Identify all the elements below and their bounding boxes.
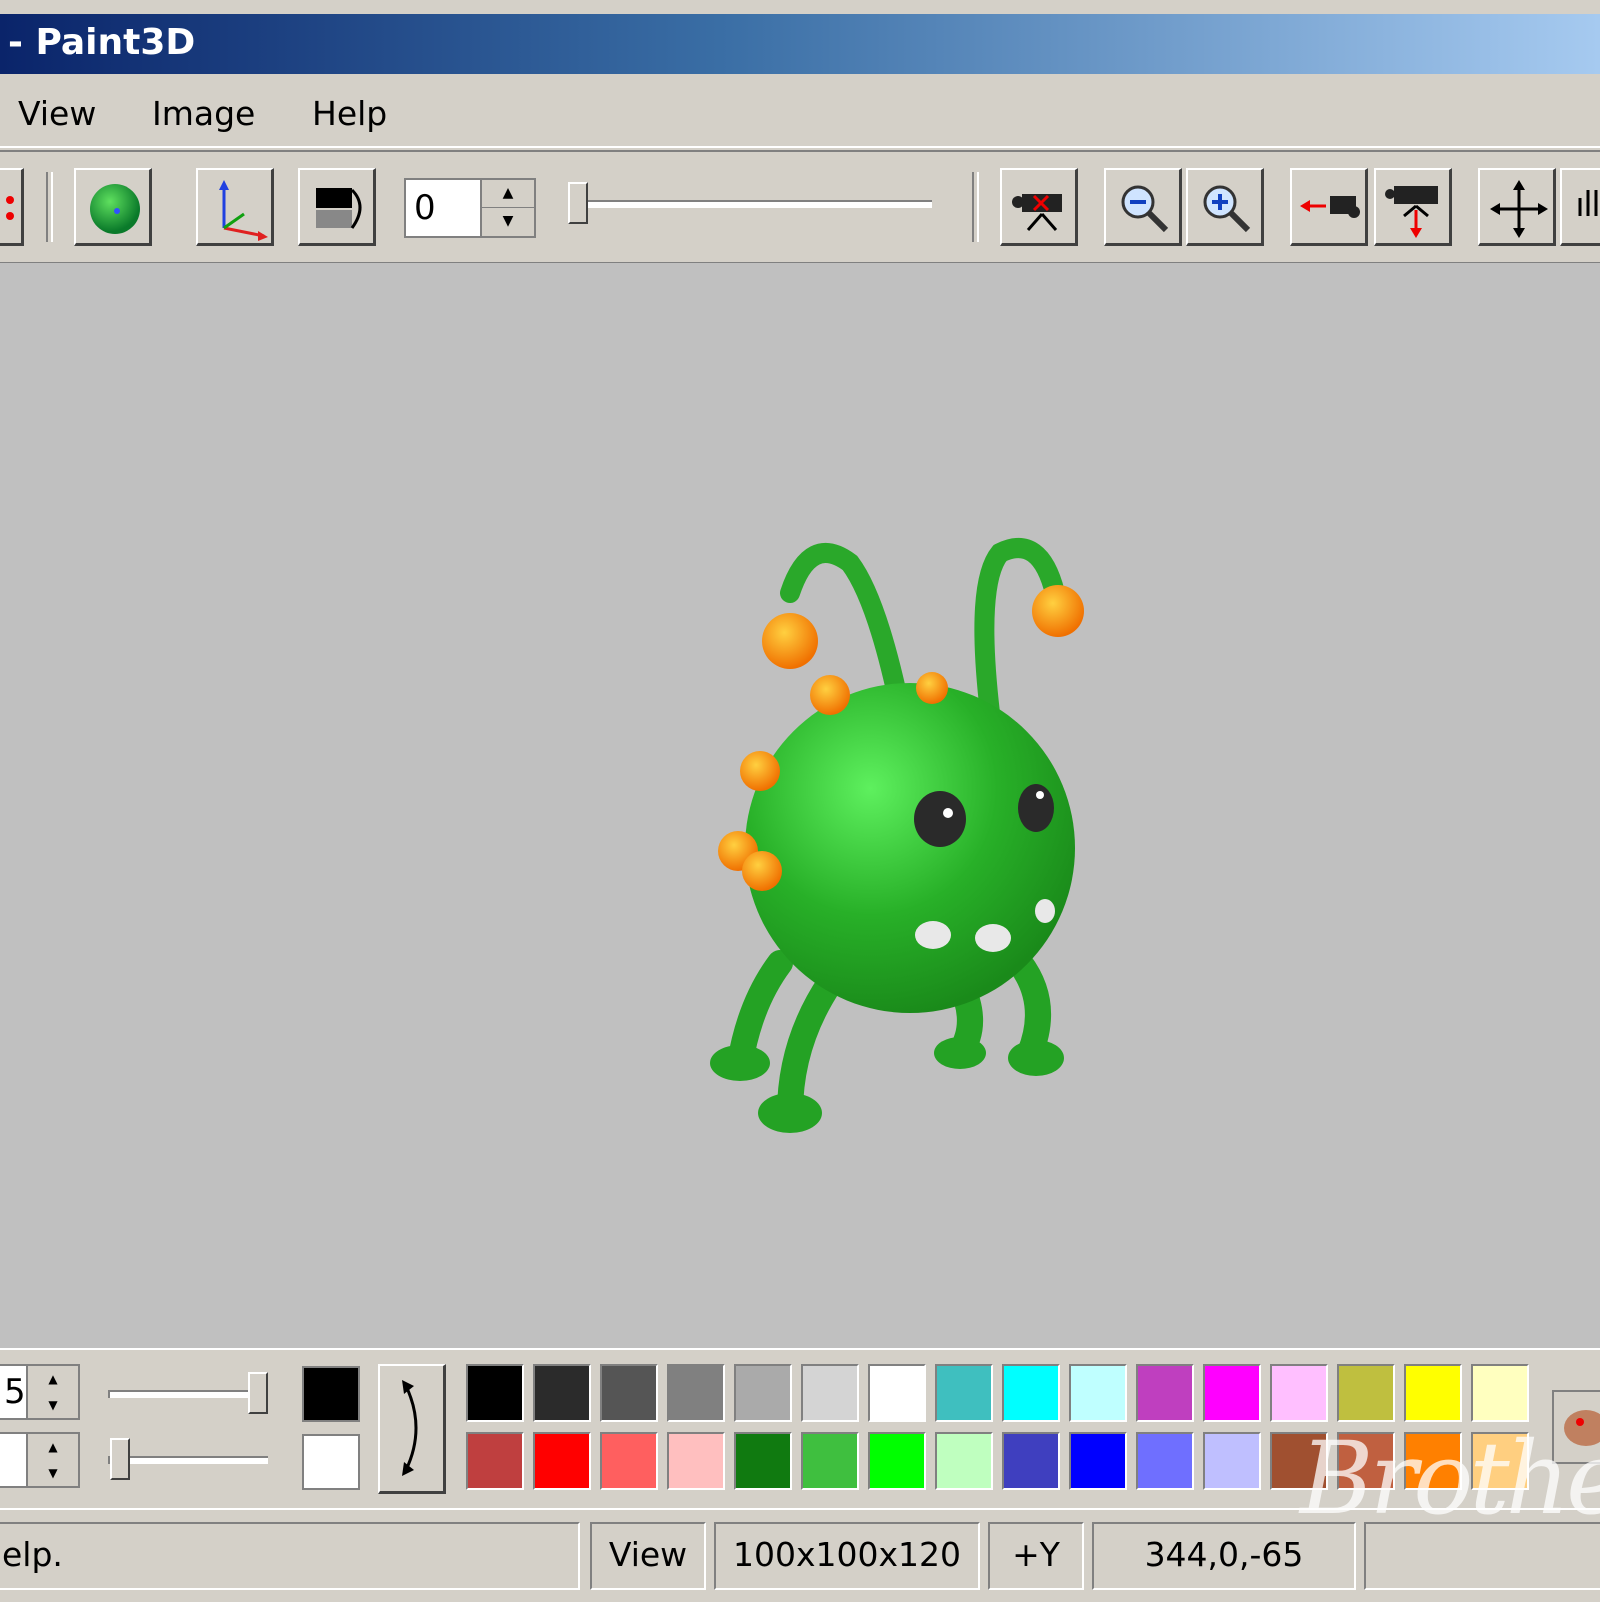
- palette-swatch[interactable]: [1404, 1364, 1462, 1422]
- camera-down-icon: [1385, 186, 1438, 238]
- zoom-out-button[interactable]: [1104, 168, 1182, 246]
- watermark-logo: Brothe: [1300, 1420, 1600, 1537]
- 3d-viewport[interactable]: [0, 263, 1600, 1348]
- status-dimensions: 100x100x120: [714, 1522, 980, 1590]
- move-icon: [1490, 180, 1548, 238]
- camera-down-button[interactable]: [1374, 168, 1452, 246]
- fill-pattern-icon: [316, 188, 362, 229]
- foreground-color[interactable]: [302, 1366, 360, 1422]
- palette-swatch[interactable]: [868, 1364, 926, 1422]
- camera-left-icon: [1300, 196, 1360, 218]
- pan-hand-button[interactable]: [1560, 168, 1600, 246]
- palette-swatch[interactable]: [935, 1364, 993, 1422]
- swap-arrows-icon: [402, 1380, 418, 1476]
- sphere-icon: [90, 184, 140, 234]
- fill-pattern-button[interactable]: [298, 168, 376, 246]
- toolbar: 0 ▲ ▼: [0, 150, 1600, 265]
- palette-swatch[interactable]: [1069, 1364, 1127, 1422]
- move-button[interactable]: [1478, 168, 1556, 246]
- menu-help[interactable]: Help: [312, 94, 387, 133]
- axes-icon: [219, 180, 268, 241]
- sphere-button[interactable]: [74, 168, 152, 246]
- angle-spinner-value: 0: [414, 188, 436, 228]
- swap-colors-button[interactable]: [378, 1364, 446, 1494]
- brush-size-slider-thumb[interactable]: [248, 1372, 268, 1414]
- palette-swatch[interactable]: [1136, 1364, 1194, 1422]
- palette-swatch[interactable]: [667, 1432, 725, 1490]
- palette-swatch[interactable]: [801, 1364, 859, 1422]
- toolbar-separator: [46, 172, 53, 242]
- hand-icon: [1578, 190, 1598, 216]
- palette-swatch[interactable]: [466, 1364, 524, 1422]
- toolbar-slider-thumb[interactable]: [568, 182, 588, 224]
- palette-swatch[interactable]: [1203, 1432, 1261, 1490]
- status-axis: +Y: [988, 1522, 1084, 1590]
- angle-spinner-arrows: ▲ ▼: [480, 180, 534, 236]
- brush-size-spinner[interactable]: 5 ▲ ▼: [0, 1364, 80, 1420]
- camera-left-button[interactable]: [1290, 168, 1368, 246]
- palette-swatch[interactable]: [1136, 1432, 1194, 1490]
- palette-swatch[interactable]: [1337, 1364, 1395, 1422]
- palette-swatch[interactable]: [935, 1432, 993, 1490]
- spin-down-button[interactable]: ▼: [482, 208, 534, 235]
- palette-swatch[interactable]: [533, 1364, 591, 1422]
- zoom-in-button[interactable]: [1186, 168, 1264, 246]
- menu-bar: View Image Help: [0, 74, 1600, 148]
- brush-size-arrows[interactable]: ▲ ▼: [26, 1366, 78, 1418]
- angle-spinner[interactable]: 0 ▲ ▼: [404, 178, 536, 238]
- palette-swatch[interactable]: [868, 1432, 926, 1490]
- title-bar[interactable]: - Paint3D: [0, 14, 1600, 74]
- palette-swatch[interactable]: [1471, 1364, 1529, 1422]
- palette-swatch[interactable]: [600, 1432, 658, 1490]
- palette-swatch[interactable]: [1270, 1364, 1328, 1422]
- camera-delete-icon: [1012, 194, 1062, 231]
- opacity-slider-track[interactable]: [108, 1456, 268, 1464]
- palette-swatch[interactable]: [1002, 1364, 1060, 1422]
- zoom-in-icon: [1203, 185, 1251, 233]
- palette-swatch[interactable]: [1203, 1364, 1261, 1422]
- palette-swatch[interactable]: [466, 1432, 524, 1490]
- brush-size-slider-track[interactable]: [108, 1390, 268, 1398]
- opacity-arrows[interactable]: ▲ ▼: [26, 1434, 78, 1486]
- toolbar-slider-track[interactable]: [572, 200, 932, 208]
- window-title: - Paint3D: [8, 22, 196, 63]
- axes-button[interactable]: [196, 168, 274, 246]
- zoom-out-icon: [1121, 185, 1169, 233]
- toolbar-separator: [972, 172, 979, 242]
- partial-tool-button[interactable]: [0, 168, 24, 246]
- opacity-spinner[interactable]: ▲ ▼: [0, 1432, 80, 1488]
- menu-view[interactable]: View: [18, 94, 96, 133]
- palette-swatch[interactable]: [667, 1364, 725, 1422]
- palette-swatch[interactable]: [1002, 1432, 1060, 1490]
- brush-size-value: 5: [4, 1372, 26, 1412]
- palette-swatch[interactable]: [734, 1432, 792, 1490]
- camera-delete-button[interactable]: [1000, 168, 1078, 246]
- status-mode: View: [590, 1522, 706, 1590]
- background-color[interactable]: [302, 1434, 360, 1490]
- opacity-slider-thumb[interactable]: [110, 1438, 130, 1480]
- palette-swatch[interactable]: [1069, 1432, 1127, 1490]
- palette-swatch[interactable]: [600, 1364, 658, 1422]
- window-top-edge: [0, 0, 1600, 15]
- palette-swatch[interactable]: [734, 1364, 792, 1422]
- menu-image[interactable]: Image: [152, 94, 255, 133]
- bug-model-render: [710, 538, 1084, 1133]
- palette-swatch[interactable]: [533, 1432, 591, 1490]
- status-help-text: elp.: [0, 1522, 580, 1590]
- color-dots-icon: [6, 196, 14, 220]
- palette-swatch[interactable]: [801, 1432, 859, 1490]
- spin-up-button[interactable]: ▲: [482, 180, 534, 208]
